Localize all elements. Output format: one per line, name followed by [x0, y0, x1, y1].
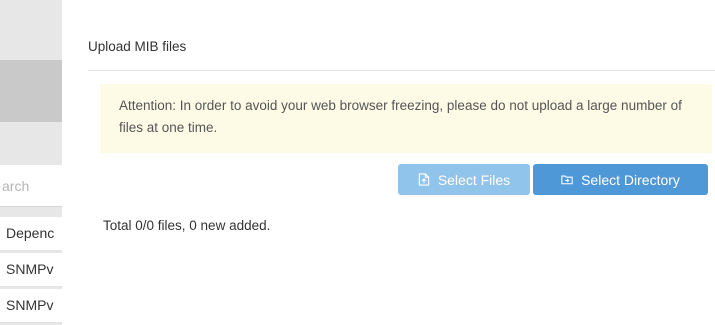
- background-search-placeholder: arch: [2, 178, 30, 194]
- upload-status-text: Total 0/0 files, 0 new added.: [103, 218, 271, 233]
- background-header-band: [0, 60, 62, 122]
- dialog-title: Upload MIB files: [88, 39, 187, 54]
- folder-icon: [561, 175, 573, 185]
- select-directory-button[interactable]: Select Directory: [533, 164, 708, 195]
- attention-notice: Attention: In order to avoid your web br…: [100, 84, 712, 153]
- background-list-item: SNMPv: [0, 289, 62, 323]
- background-page: arch Depenc SNMPv SNMPv: [0, 0, 62, 325]
- background-list-item-label: Depenc: [6, 225, 55, 241]
- background-search-input: arch: [0, 165, 62, 207]
- file-icon: [418, 173, 430, 186]
- background-list-item-label: SNMPv: [6, 261, 54, 277]
- background-list-item-label: SNMPv: [6, 297, 54, 313]
- header-divider: [88, 70, 715, 71]
- select-files-label: Select Files: [437, 171, 511, 188]
- upload-mib-dialog: Upload MIB files Attention: In order to …: [62, 0, 715, 325]
- attention-text: Attention: In order to avoid your web br…: [119, 98, 682, 135]
- background-list-item: SNMPv: [0, 253, 62, 287]
- background-list-item: Depenc: [0, 217, 62, 251]
- select-directory-label: Select Directory: [581, 171, 680, 188]
- select-files-button[interactable]: Select Files: [398, 164, 530, 195]
